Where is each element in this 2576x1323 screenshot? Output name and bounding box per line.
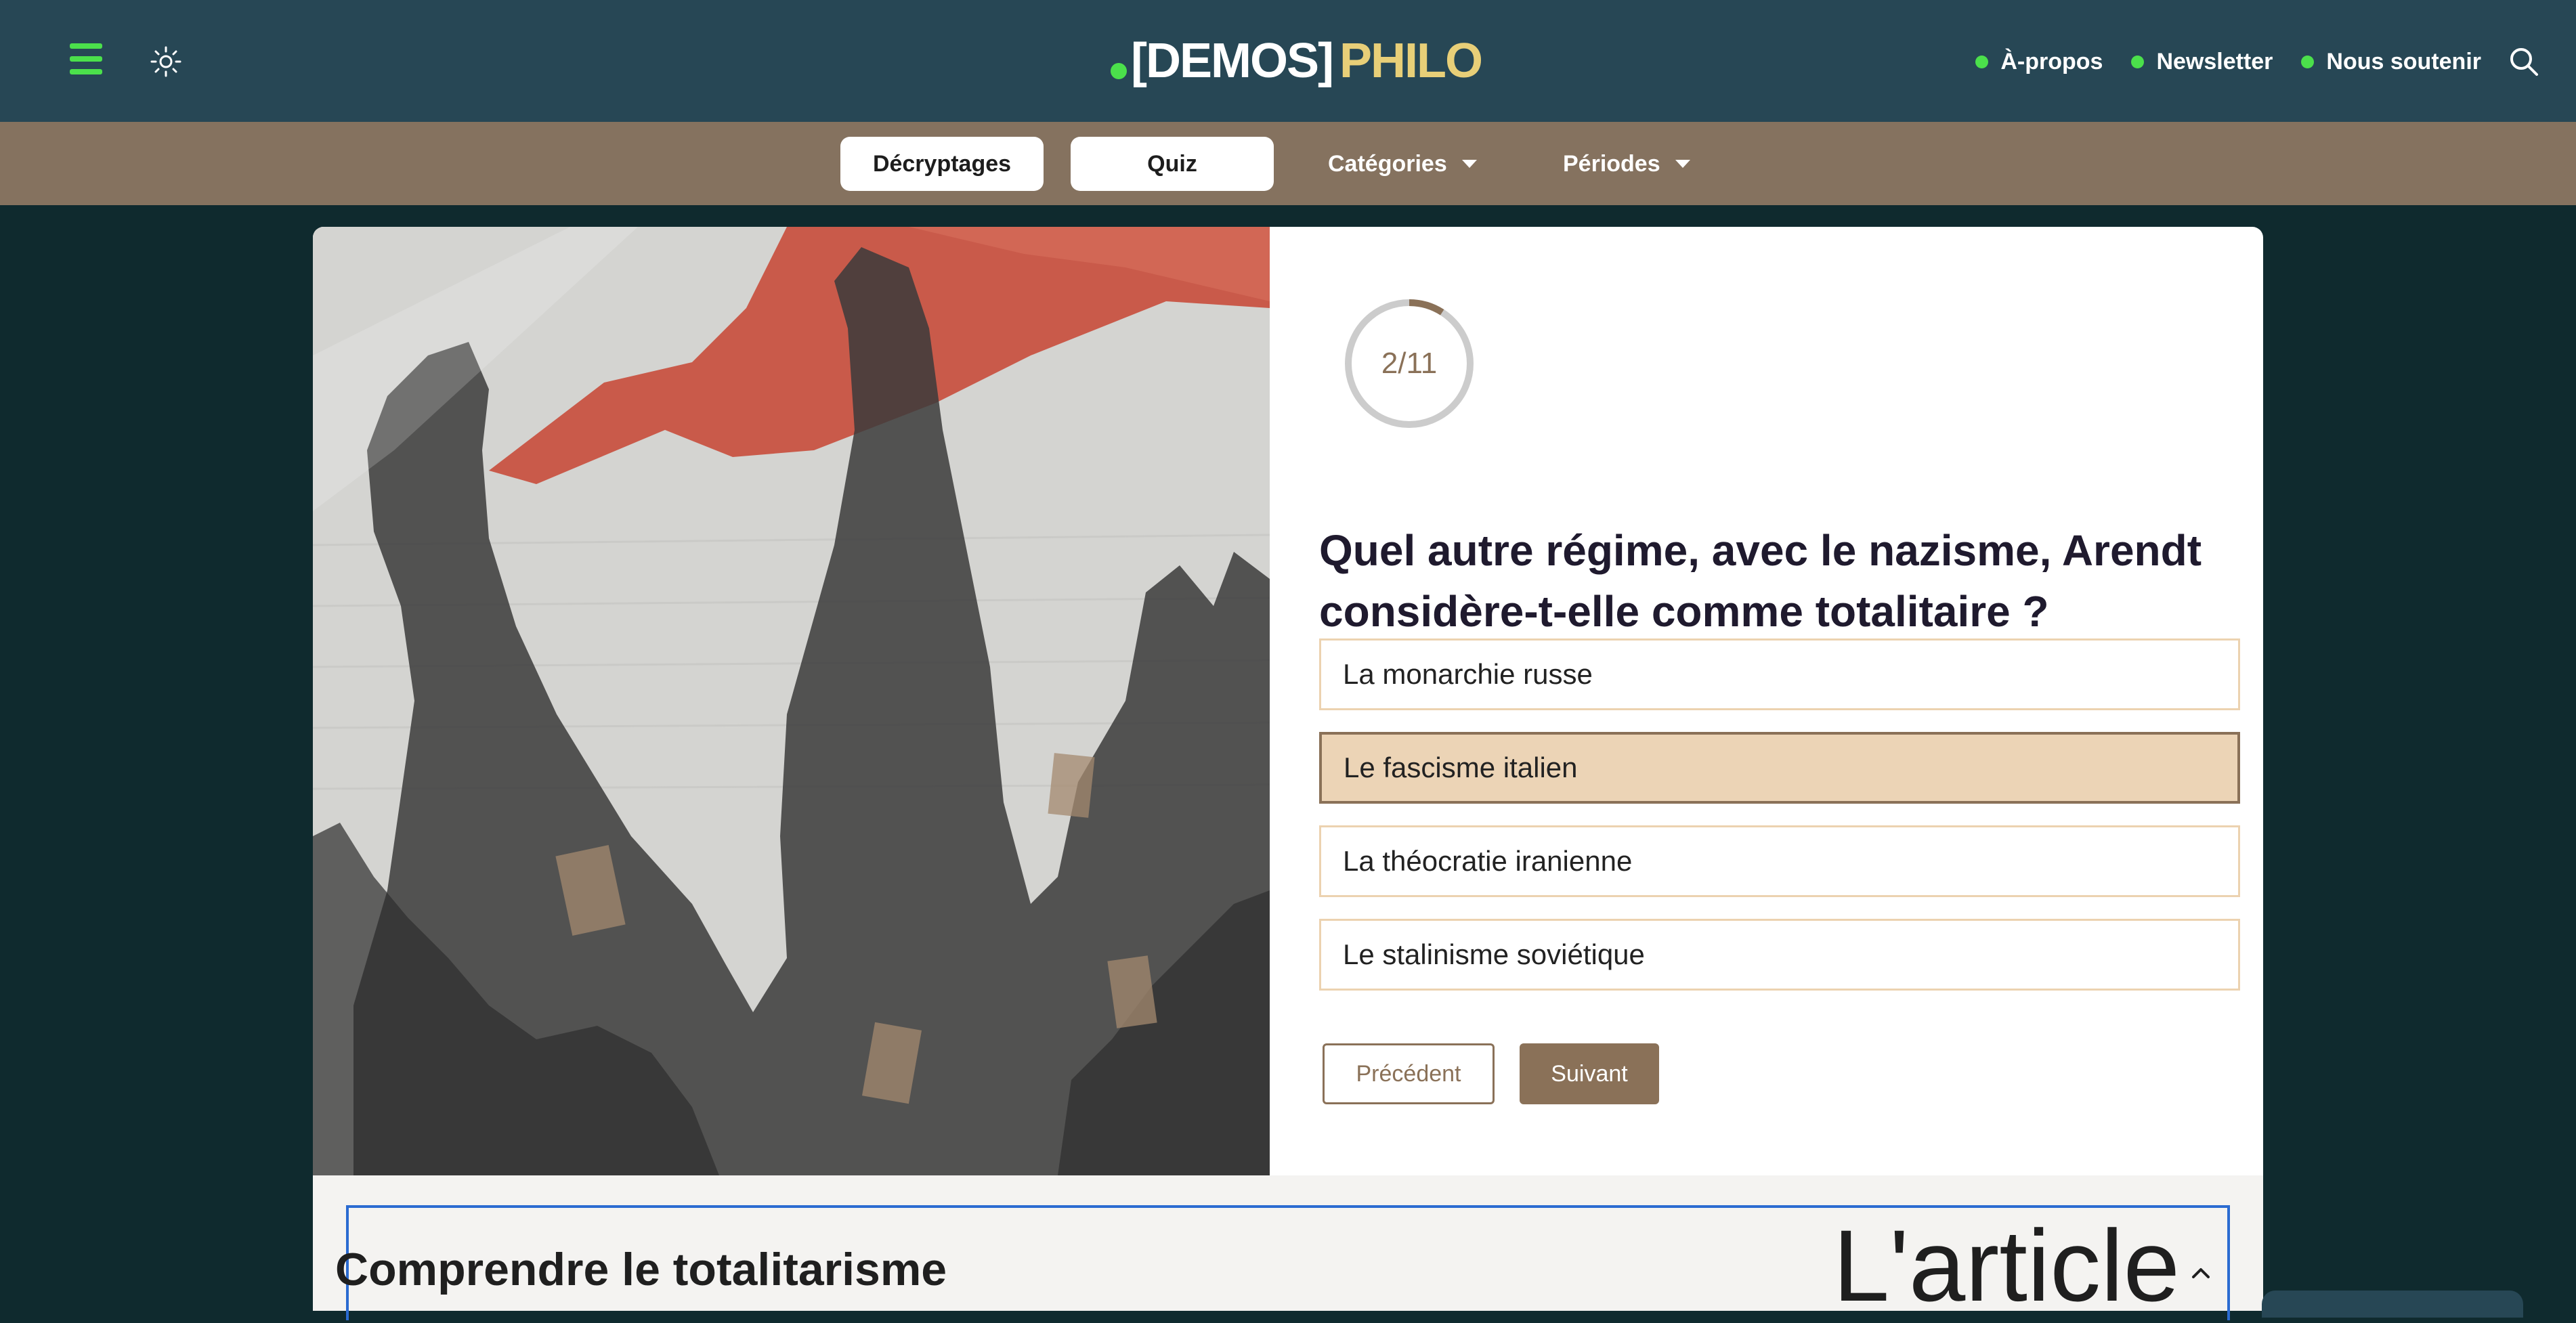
nav-item-label: Nous soutenir	[2326, 48, 2481, 74]
progress-label: 2/11	[1381, 347, 1438, 380]
nav-item-newsletter[interactable]: Newsletter	[2131, 49, 2273, 75]
category-nav: Décryptages Quiz Catégories Périodes	[0, 122, 2576, 205]
floating-widget-tab[interactable]	[2262, 1291, 2523, 1318]
answer-label: Le fascisme italien	[1344, 752, 1578, 783]
bullet-dot	[2301, 55, 2315, 68]
tab-label: Quiz	[1147, 150, 1197, 177]
article-title: Comprendre le totalitarisme	[335, 1244, 947, 1295]
previous-button[interactable]: Précédent	[1323, 1043, 1495, 1104]
nav-item-label: Newsletter	[2156, 48, 2273, 74]
caret-down-icon	[1461, 160, 1477, 168]
answer-label: La monarchie russe	[1343, 658, 1593, 690]
bullet-dot	[2131, 55, 2145, 68]
answer-option[interactable]: La monarchie russe	[1319, 638, 2240, 710]
answer-option[interactable]: La théocratie iranienne	[1319, 825, 2240, 897]
answer-label: La théocratie iranienne	[1343, 845, 1633, 877]
article-section: Comprendre le totalitarisme L'article	[313, 1175, 2263, 1322]
next-button[interactable]: Suivant	[1520, 1043, 1659, 1104]
quiz-progress-ring: 2/11	[1340, 295, 1478, 433]
article-toggle-label: L'article	[1832, 1209, 2180, 1322]
tab-quiz[interactable]: Quiz	[1071, 137, 1274, 191]
hero-image	[313, 227, 1270, 1175]
dropdown-categories[interactable]: Catégories	[1328, 137, 1477, 191]
quiz-question: Quel autre régime, avec le nazisme, Aren…	[1319, 526, 2202, 636]
answer-option[interactable]: Le stalinisme soviétique	[1319, 919, 2240, 991]
hamburger-icon[interactable]	[70, 43, 102, 74]
top-nav: À-propos Newsletter Nous soutenir	[1975, 45, 2481, 79]
nav-item-label: À-propos	[2000, 48, 2103, 74]
article-accordion[interactable]: Comprendre le totalitarisme L'article	[335, 1205, 2230, 1322]
logo-text-philo: PHILO	[1339, 34, 1483, 88]
dropdown-label: Catégories	[1328, 150, 1447, 177]
dropdown-label: Périodes	[1563, 150, 1660, 177]
site-logo[interactable]: [DEMOS] PHILO	[1111, 27, 1483, 95]
dropdown-periodes[interactable]: Périodes	[1563, 137, 1690, 191]
caret-down-icon	[1675, 160, 1690, 168]
site-header: [DEMOS] PHILO À-propos Newsletter Nous s…	[0, 0, 2576, 122]
logo-dot	[1111, 63, 1127, 79]
chevron-up-icon	[2192, 1268, 2210, 1278]
tab-label: Décryptages	[872, 150, 1012, 177]
tab-decryptages[interactable]: Décryptages	[840, 137, 1044, 191]
nav-item-nous-soutenir[interactable]: Nous soutenir	[2301, 49, 2481, 75]
sun-icon[interactable]	[149, 45, 183, 79]
search-icon[interactable]	[2507, 45, 2541, 79]
nav-item-a-propos[interactable]: À-propos	[1975, 49, 2103, 75]
logo-text-demos: [DEMOS]	[1131, 34, 1334, 88]
answer-label: Le stalinisme soviétique	[1343, 938, 1645, 970]
answer-option-selected[interactable]: Le fascisme italien	[1319, 732, 2240, 804]
bullet-dot	[1975, 55, 1989, 68]
quiz-card: 2/11 Quel autre régime, avec le nazisme,…	[313, 227, 2263, 1175]
